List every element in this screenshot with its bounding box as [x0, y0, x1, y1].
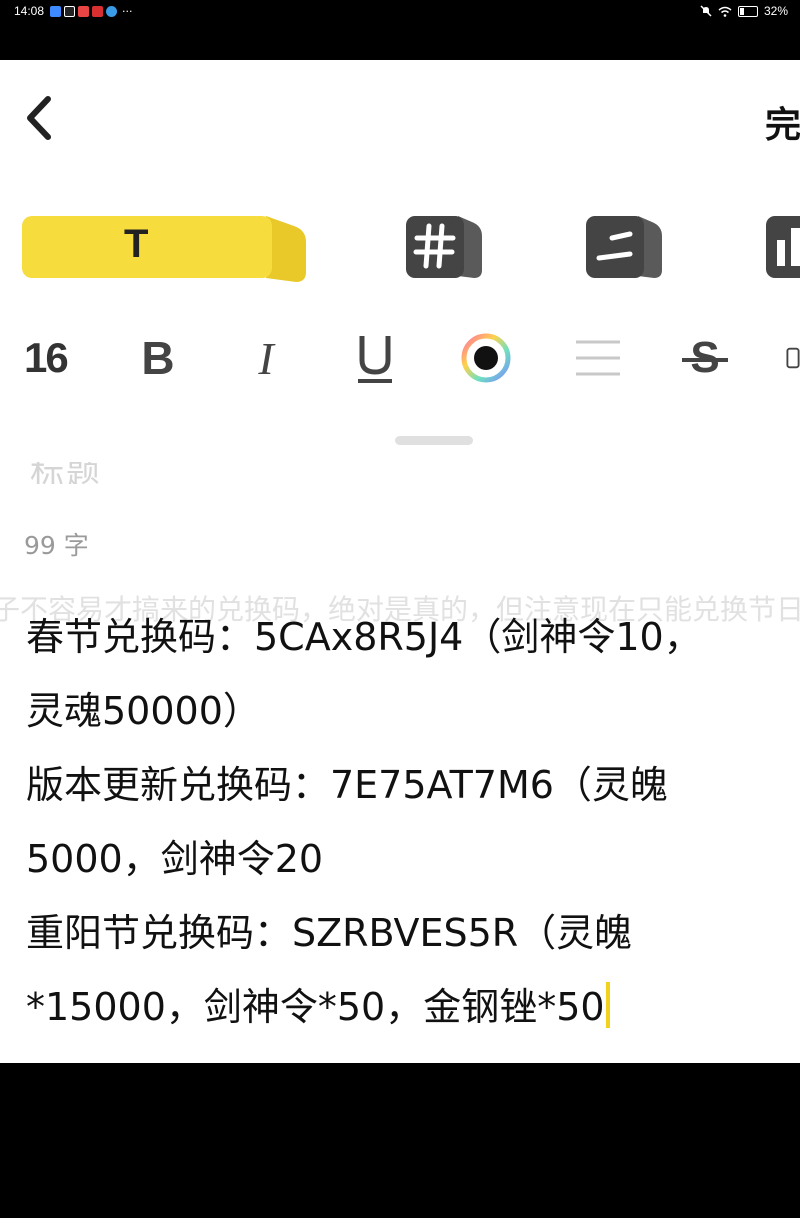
battery-icon: [737, 5, 758, 17]
text-caret: [605, 982, 610, 1028]
body-line-last: *15000，剑神令*50，金钢锉*50: [26, 970, 800, 1044]
battery-percent: 32%: [763, 4, 788, 18]
body-line: 版本更新兑换码：7E75AT7M6（灵魄: [26, 763, 668, 807]
back-button[interactable]: [22, 94, 62, 144]
underline-button[interactable]: [352, 330, 398, 386]
tab-list[interactable]: [586, 212, 662, 282]
sheet-drag-handle[interactable]: [395, 436, 473, 445]
text-tab-background: [22, 216, 306, 282]
align-lines-icon: [576, 340, 620, 376]
body-line: 灵魂50000）: [26, 689, 261, 733]
body-line: 春节兑换码：5CAx8R5J4（剑神令10，: [26, 615, 702, 659]
note-title-text: 标题: [30, 462, 102, 484]
more-format-button[interactable]: [786, 330, 800, 386]
text-format-icon: T: [124, 222, 149, 266]
strikethrough-button[interactable]: S: [680, 330, 730, 386]
status-notification-icons: ···: [50, 5, 133, 17]
align-button[interactable]: [574, 330, 622, 386]
hashtag-icon: [406, 216, 482, 278]
text-color-button[interactable]: [460, 330, 512, 386]
grid-icon: [766, 216, 800, 278]
tab-text-format[interactable]: T: [22, 212, 306, 282]
body-line-text: *15000，剑神令*50，金钢锉*50: [26, 985, 605, 1029]
wifi-icon: [718, 6, 732, 17]
red-app-icon: [78, 5, 89, 17]
underline-icon: [358, 336, 392, 383]
note-title: 标题: [30, 462, 160, 484]
tab-topic[interactable]: [406, 212, 482, 282]
chevron-left-icon: [27, 96, 51, 140]
mute-icon: [700, 5, 712, 17]
color-wheel-icon: [461, 333, 511, 383]
font-size-button[interactable]: 16: [24, 330, 74, 386]
editor-app: 完成 T: [0, 60, 800, 1063]
word-count: 99 字: [24, 531, 89, 560]
body-line: 5000，剑神令20: [26, 837, 324, 881]
list-icon: [586, 216, 662, 278]
bold-button[interactable]: B: [136, 330, 180, 386]
red-app-icon-2: [92, 5, 103, 17]
done-button[interactable]: 完成: [765, 96, 800, 148]
more-format-icon: [786, 347, 800, 369]
body-line: 重阳节兑换码：SZRBVES5R（灵魄: [26, 911, 633, 955]
more-notifications: ···: [122, 4, 133, 18]
strike-line: [682, 358, 728, 362]
blue-app-icon: [106, 5, 117, 17]
note-body[interactable]: 春节兑换码：5CAx8R5J4（剑神令10， 灵魂50000） 版本更新兑换码：…: [26, 600, 800, 1044]
status-bar: 14:08 ··· 32%: [0, 0, 800, 60]
status-right: 32%: [700, 4, 788, 18]
italic-button[interactable]: I: [246, 330, 286, 386]
tiktok-icon: [64, 5, 75, 17]
tab-layout[interactable]: [766, 212, 800, 282]
cloud-app-icon: [50, 5, 61, 17]
status-time: 14:08: [14, 4, 45, 18]
